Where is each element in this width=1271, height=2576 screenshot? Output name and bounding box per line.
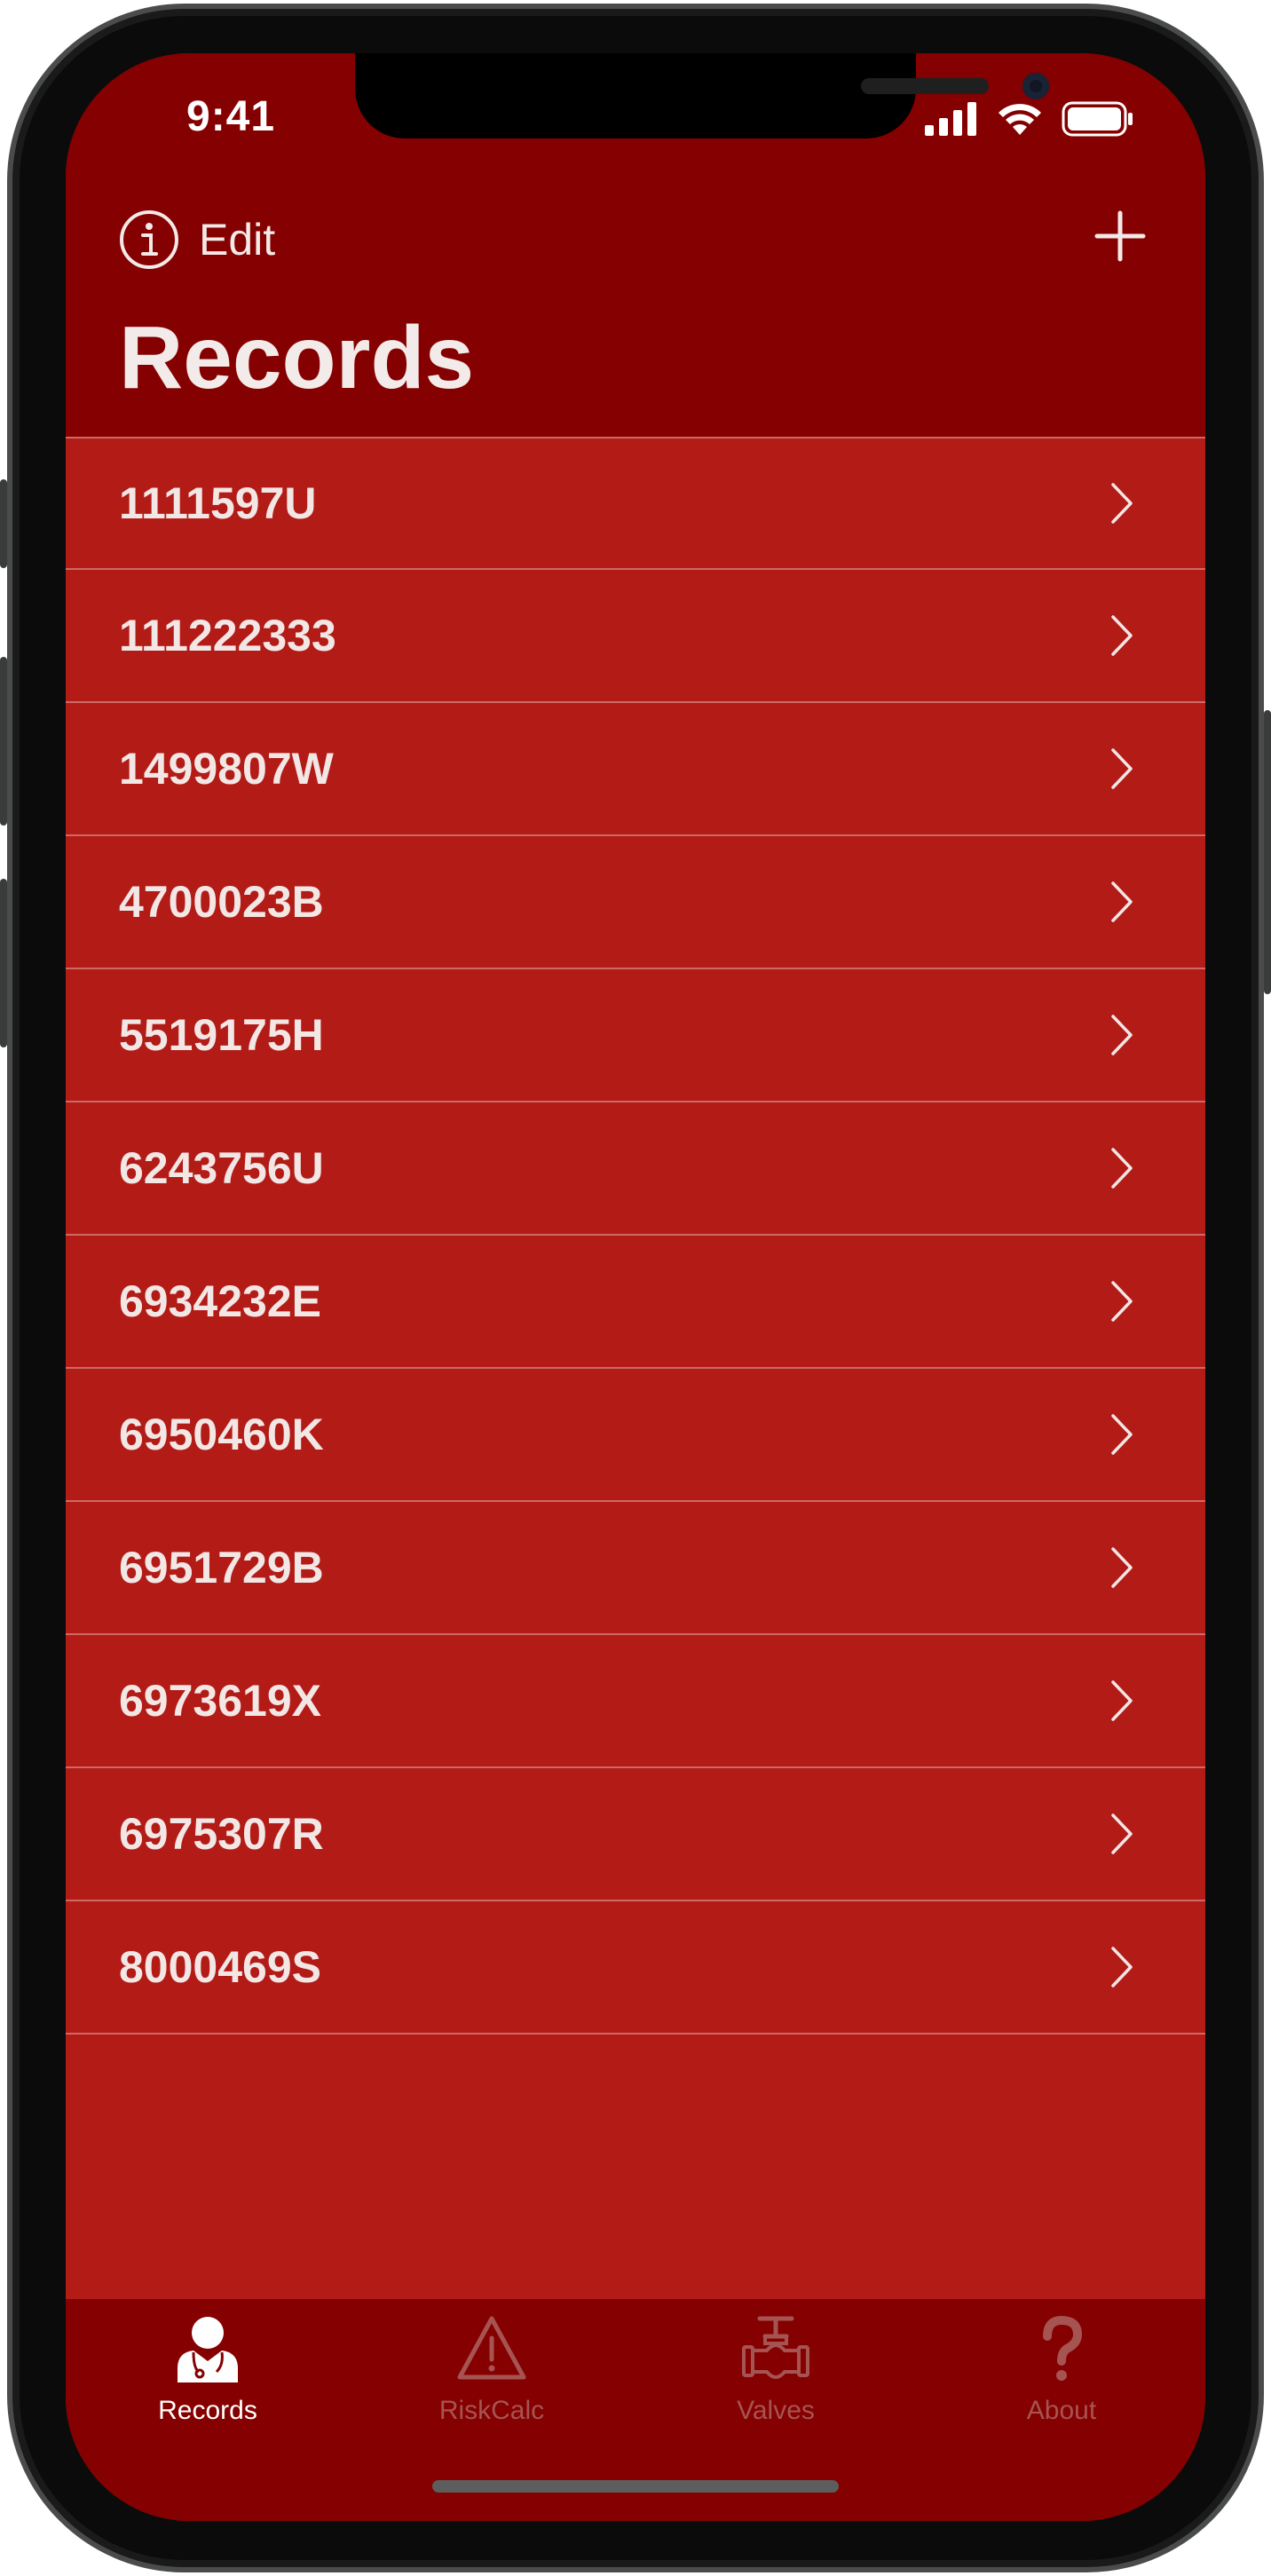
app-screen: 9:41 Edit Records 1111597U 111222333 149… — [66, 53, 1205, 2521]
record-row[interactable]: 6934232E — [66, 1236, 1205, 1369]
record-row[interactable]: 6973619X — [66, 1635, 1205, 1768]
chevron-right-icon — [1111, 1547, 1133, 1588]
front-camera — [1022, 73, 1049, 99]
notch — [355, 53, 1049, 138]
record-row[interactable]: 6950460K — [66, 1369, 1205, 1502]
record-id-label: 6975307R — [119, 1809, 324, 1859]
record-id-label: 8000469S — [119, 1942, 322, 1992]
record-id-label: 6950460K — [119, 1410, 324, 1459]
volume-down-button — [0, 879, 7, 1047]
chevron-right-icon — [1111, 1813, 1133, 1854]
record-id-label: 1499807W — [119, 744, 334, 794]
speaker-grille — [861, 78, 989, 94]
battery-icon — [1062, 101, 1133, 137]
volume-up-button — [0, 657, 7, 826]
tab-label: RiskCalc — [438, 2396, 545, 2425]
add-record-button[interactable] — [1093, 209, 1147, 263]
power-button — [1264, 710, 1271, 994]
edit-label: Edit — [199, 215, 276, 265]
record-id-label: 6243756U — [119, 1143, 324, 1193]
chevron-right-icon — [1111, 881, 1133, 922]
navigation-header: 9:41 Edit Records — [66, 53, 1205, 437]
record-id-label: 111222333 — [119, 611, 336, 660]
record-id-label: 6951729B — [119, 1543, 324, 1592]
chevron-right-icon — [1111, 1015, 1133, 1055]
info-icon — [120, 210, 178, 269]
warning-icon — [456, 2313, 527, 2389]
record-id-label: 6973619X — [119, 1676, 322, 1726]
tab-label: Records — [158, 2396, 257, 2425]
home-indicator[interactable] — [432, 2480, 839, 2493]
chevron-right-icon — [1111, 1414, 1133, 1455]
mute-switch — [0, 479, 7, 568]
record-row[interactable]: 5519175H — [66, 969, 1205, 1102]
wifi-icon — [999, 104, 1041, 135]
record-row[interactable]: 1111597U — [66, 437, 1205, 570]
chevron-right-icon — [1111, 1947, 1133, 1987]
record-row[interactable]: 6243756U — [66, 1102, 1205, 1236]
tab-label: About — [1026, 2396, 1097, 2425]
record-id-label: 1111597U — [119, 478, 317, 528]
doctor-icon — [172, 2313, 243, 2389]
chevron-right-icon — [1111, 1148, 1133, 1189]
tab-about[interactable]: About — [973, 2313, 1150, 2426]
record-row[interactable]: 4700023B — [66, 836, 1205, 969]
records-list: 1111597U 111222333 1499807W 4700023B 5519175… — [66, 437, 1205, 2035]
chevron-right-icon — [1111, 615, 1133, 656]
record-id-label: 6934232E — [119, 1276, 322, 1326]
status-icons — [925, 101, 1134, 137]
question-icon — [1026, 2313, 1097, 2389]
valve-icon — [740, 2313, 811, 2389]
record-row[interactable]: 8000469S — [66, 1901, 1205, 2035]
cellular-signal-icon — [925, 102, 976, 136]
record-row[interactable]: 6975307R — [66, 1768, 1205, 1901]
tab-records[interactable]: Records — [119, 2313, 296, 2426]
info-edit-button[interactable]: Edit — [119, 209, 275, 270]
record-id-label: 5519175H — [119, 1010, 324, 1060]
tab-riskcalc[interactable]: RiskCalc — [403, 2313, 580, 2426]
status-time: 9:41 — [186, 93, 276, 140]
chevron-right-icon — [1111, 483, 1133, 524]
record-row[interactable]: 111222333 — [66, 570, 1205, 703]
record-id-label: 4700023B — [119, 877, 324, 927]
chevron-right-icon — [1111, 748, 1133, 789]
page-title: Records — [119, 308, 475, 407]
record-row[interactable]: 1499807W — [66, 703, 1205, 836]
record-row[interactable]: 6951729B — [66, 1502, 1205, 1635]
chevron-right-icon — [1111, 1680, 1133, 1721]
chevron-right-icon — [1111, 1281, 1133, 1322]
tab-valves[interactable]: Valves — [687, 2313, 864, 2426]
tab-label: Valves — [737, 2396, 815, 2425]
